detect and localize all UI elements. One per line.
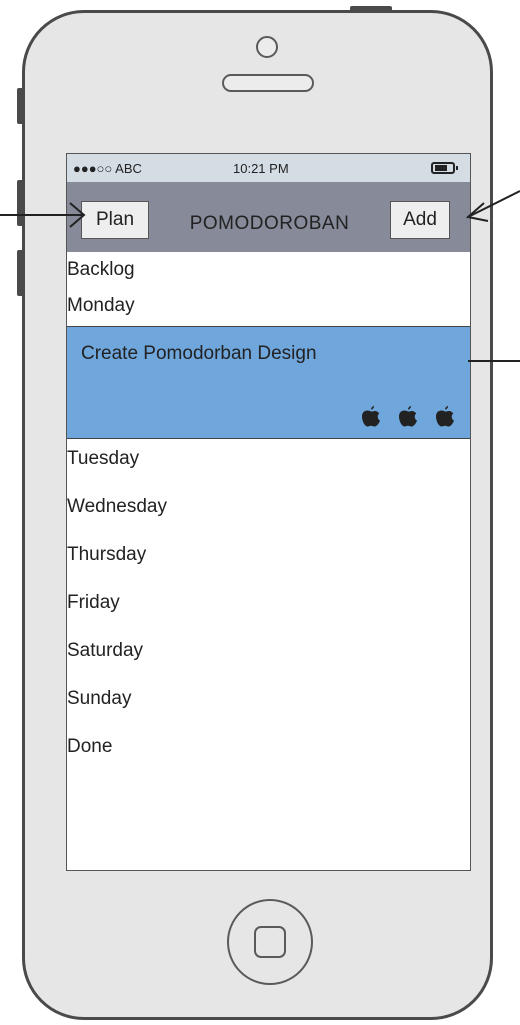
status-bar: ●●●○○ ABC 10:21 PM bbox=[67, 154, 470, 182]
task-card[interactable]: Create Pomodorban Design bbox=[67, 326, 470, 439]
day-list: Backlog Monday Create Pomodorban Design bbox=[67, 252, 470, 777]
list-item-wednesday[interactable]: Wednesday bbox=[67, 489, 470, 537]
pomodoro-count bbox=[360, 404, 456, 428]
list-item-friday[interactable]: Friday bbox=[67, 585, 470, 633]
task-title: Create Pomodorban Design bbox=[81, 343, 317, 364]
phone-screen: ●●●○○ ABC 10:21 PM Plan POMODOROBAN Add … bbox=[66, 153, 471, 871]
earpiece-speaker bbox=[222, 74, 314, 92]
carrier-signal: ●●●○○ ABC bbox=[73, 161, 142, 176]
arrow-to-add-icon bbox=[465, 190, 520, 222]
list-item-monday[interactable]: Monday bbox=[67, 288, 470, 324]
apple-icon bbox=[399, 406, 417, 427]
list-item-tuesday[interactable]: Tuesday bbox=[67, 441, 470, 489]
navigation-bar: Plan POMODOROBAN Add bbox=[67, 182, 470, 252]
plan-button[interactable]: Plan bbox=[81, 201, 149, 239]
arrow-to-plan-icon bbox=[0, 202, 86, 228]
list-item-saturday[interactable]: Saturday bbox=[67, 633, 470, 681]
home-square-icon bbox=[254, 926, 286, 958]
apple-icon bbox=[436, 406, 454, 427]
list-item-sunday[interactable]: Sunday bbox=[67, 681, 470, 729]
list-item-backlog[interactable]: Backlog bbox=[67, 252, 470, 288]
apple-icon bbox=[362, 406, 380, 427]
list-item-done[interactable]: Done bbox=[67, 729, 470, 777]
app-title: POMODOROBAN bbox=[189, 213, 350, 234]
wireframe-canvas: ●●●○○ ABC 10:21 PM Plan POMODOROBAN Add … bbox=[0, 0, 520, 1025]
home-button[interactable] bbox=[227, 899, 313, 985]
front-camera bbox=[256, 36, 278, 58]
add-button[interactable]: Add bbox=[390, 201, 450, 239]
battery-icon bbox=[431, 162, 458, 174]
list-item-thursday[interactable]: Thursday bbox=[67, 537, 470, 585]
arrow-to-card-icon bbox=[468, 360, 520, 362]
status-time: 10:21 PM bbox=[233, 161, 289, 176]
